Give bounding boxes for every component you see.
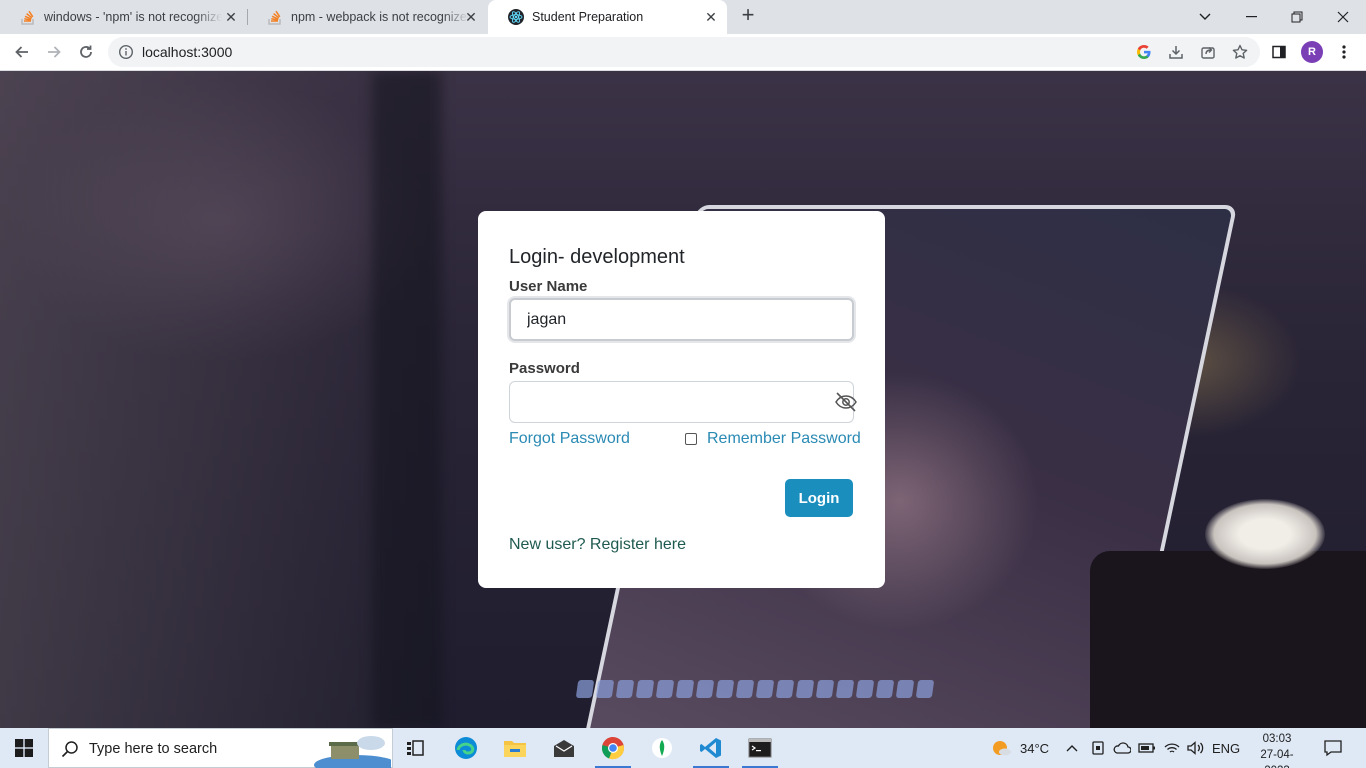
remember-password-label[interactable]: Remember Password (707, 430, 861, 448)
chrome-icon[interactable] (589, 728, 637, 768)
close-tab-icon[interactable]: ✕ (463, 9, 479, 25)
tab-title: Student Preparation (532, 10, 644, 24)
battery-icon[interactable] (1138, 728, 1156, 768)
windows-taskbar: Type here to search 34°C ENG 03:03 27-04… (0, 728, 1366, 768)
install-app-icon[interactable] (1166, 42, 1186, 62)
weather-widget[interactable]: 34°C (990, 728, 1049, 768)
command-prompt-icon[interactable] (736, 728, 784, 768)
reload-icon[interactable] (74, 40, 98, 64)
forward-arrow-icon[interactable] (42, 40, 66, 64)
search-placeholder: Type here to search (89, 741, 218, 757)
google-icon[interactable] (1134, 42, 1154, 62)
stackoverflow-icon (20, 9, 36, 25)
share-icon[interactable] (1198, 42, 1218, 62)
device-icon[interactable] (1091, 728, 1105, 768)
file-explorer-icon[interactable] (491, 728, 539, 768)
register-link[interactable]: New user? Register here (509, 536, 686, 554)
minimize-button[interactable] (1228, 0, 1274, 34)
weather-sun-icon (990, 737, 1012, 759)
tab-search-chevron-icon[interactable] (1182, 0, 1228, 34)
mail-icon[interactable] (540, 728, 588, 768)
stackoverflow-icon (267, 9, 283, 25)
tab-title: npm - webpack is not recognized (291, 10, 469, 24)
url-text: localhost:3000 (142, 44, 233, 60)
search-highlight-image (311, 733, 398, 768)
bookmark-star-icon[interactable] (1230, 42, 1250, 62)
more-menu-icon[interactable] (1334, 42, 1354, 62)
background-image (574, 671, 979, 707)
clock-date: 27-04-2023 (1260, 749, 1294, 768)
background-image (1205, 499, 1325, 569)
browser-tab-webpack-not-recognized[interactable]: npm - webpack is not recognized ✕ (247, 0, 487, 34)
password-input[interactable] (509, 381, 854, 423)
background-image (1090, 551, 1366, 728)
search-icon (61, 740, 79, 758)
weather-temperature: 34°C (1020, 740, 1050, 756)
volume-icon[interactable] (1186, 728, 1204, 768)
login-button[interactable]: Login (785, 479, 853, 517)
login-title: Login- development (509, 246, 685, 268)
edge-browser-icon[interactable] (442, 728, 490, 768)
show-hidden-icons-chevron-icon[interactable] (1066, 728, 1078, 768)
task-view-icon[interactable] (392, 728, 440, 768)
tab-title: windows - 'npm' is not recognized (44, 10, 222, 24)
profile-avatar[interactable]: R (1301, 41, 1323, 63)
remember-password-checkbox[interactable] (685, 433, 697, 445)
notifications-icon[interactable] (1323, 728, 1343, 768)
background-image (0, 71, 430, 728)
site-info-icon[interactable] (118, 44, 134, 60)
taskbar-search-box[interactable]: Type here to search (48, 728, 398, 768)
hide-password-eye-icon[interactable] (834, 391, 858, 413)
clock-time: 03:03 (1262, 733, 1292, 745)
username-label: User Name (509, 278, 588, 295)
browser-toolbar: localhost:3000 R (0, 34, 1366, 71)
react-icon (508, 9, 524, 25)
mongodb-compass-icon[interactable] (638, 728, 686, 768)
browser-tab-npm-not-recognized[interactable]: windows - 'npm' is not recognized ✕ (0, 0, 247, 34)
password-label: Password (509, 360, 580, 377)
new-tab-button[interactable]: + (737, 4, 759, 27)
back-arrow-icon[interactable] (10, 40, 34, 64)
wifi-icon[interactable] (1163, 728, 1181, 768)
browser-tab-student-preparation[interactable]: Student Preparation ✕ (488, 0, 727, 34)
forgot-password-link[interactable]: Forgot Password (509, 430, 630, 448)
close-window-button[interactable] (1320, 0, 1366, 34)
onedrive-cloud-icon[interactable] (1113, 728, 1131, 768)
username-input[interactable] (509, 298, 854, 341)
language-indicator[interactable]: ENG (1212, 728, 1240, 768)
close-tab-icon[interactable]: ✕ (703, 9, 719, 25)
restore-button[interactable] (1274, 0, 1320, 34)
close-tab-icon[interactable]: ✕ (223, 9, 239, 25)
windows-start-icon[interactable] (0, 728, 48, 768)
address-bar[interactable]: localhost:3000 (108, 37, 1260, 67)
vscode-icon[interactable] (687, 728, 735, 768)
taskbar-clock[interactable]: 03:03 27-04-2023 (1252, 731, 1302, 768)
login-card: Login- development User Name Password Fo… (478, 211, 885, 588)
browser-tab-strip: windows - 'npm' is not recognized ✕ npm … (0, 0, 1366, 34)
side-panel-icon[interactable] (1269, 42, 1289, 62)
background-image (372, 71, 442, 728)
